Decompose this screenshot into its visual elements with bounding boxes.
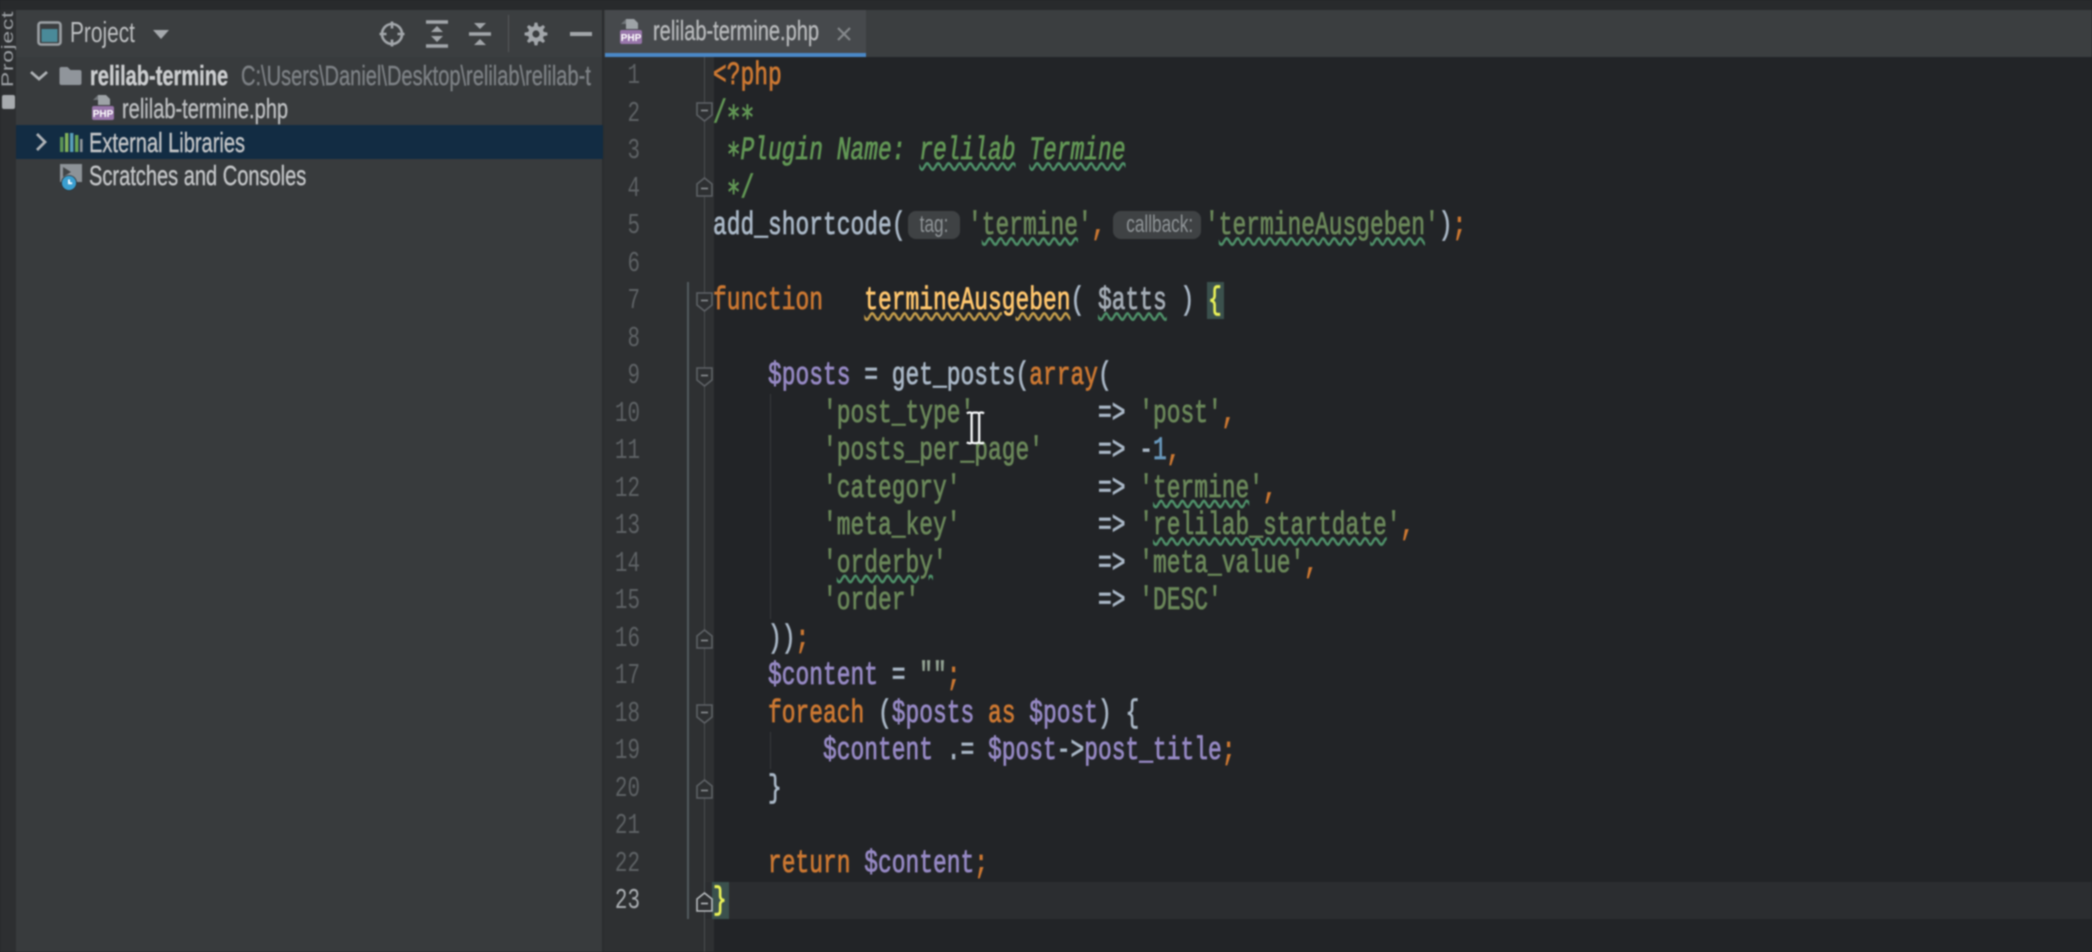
svg-text:PHP: PHP <box>621 33 642 44</box>
svg-text:PHP: PHP <box>93 109 114 120</box>
